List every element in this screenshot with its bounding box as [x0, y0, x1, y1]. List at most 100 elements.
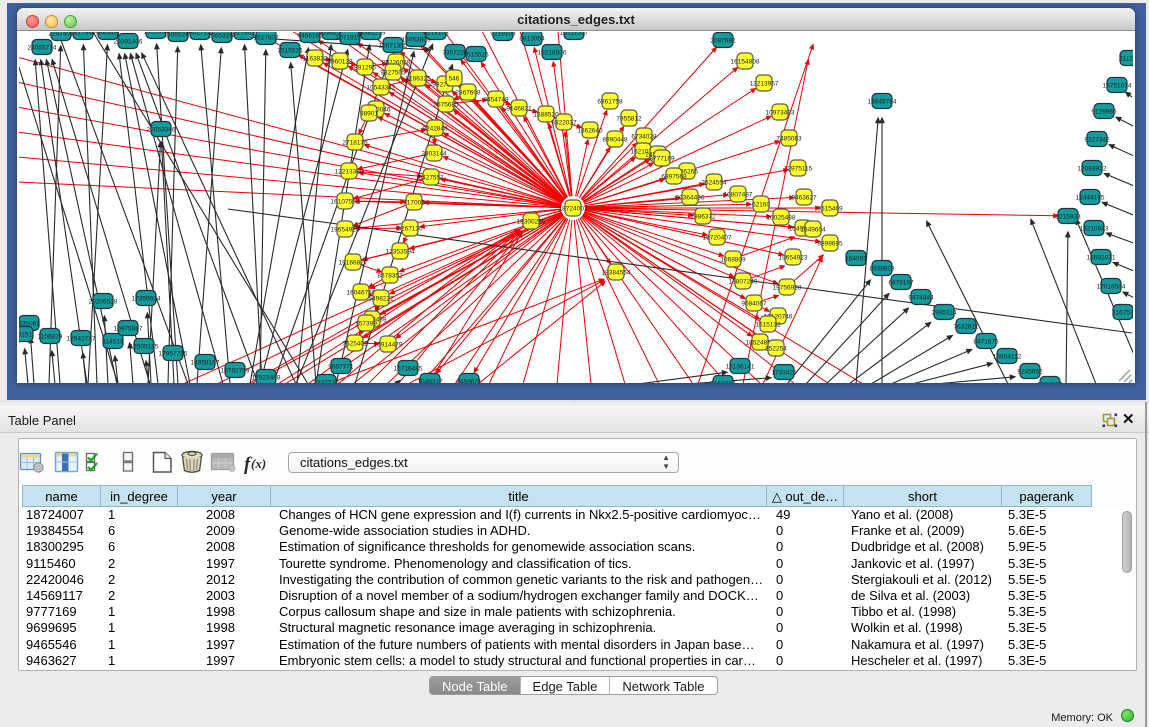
svg-text:252254: 252254 [765, 345, 787, 352]
svg-text:9474444: 9474444 [908, 294, 934, 301]
svg-text:16107552: 16107552 [331, 198, 360, 205]
svg-text:15751074: 15751074 [1103, 82, 1132, 89]
svg-text:12923468: 12923468 [252, 374, 281, 381]
svg-text:12353594: 12353594 [386, 248, 415, 255]
svg-text:1527602: 1527602 [253, 34, 279, 41]
svg-text:8813054: 8813054 [519, 35, 545, 42]
svg-text:9883497: 9883497 [95, 32, 121, 36]
svg-text:8990448: 8990448 [602, 136, 628, 143]
svg-text:6897568: 6897568 [661, 173, 687, 180]
svg-text:116753: 116753 [1112, 309, 1133, 316]
svg-text:8678352: 8678352 [377, 272, 403, 279]
svg-text:18807249: 18807249 [729, 278, 758, 285]
svg-text:1163822: 1163822 [303, 55, 328, 62]
svg-text:9152388: 9152388 [710, 380, 736, 383]
svg-text:8938923: 8938923 [869, 265, 895, 272]
svg-text:157399: 157399 [355, 320, 377, 327]
svg-text:17359924: 17359924 [132, 295, 161, 302]
svg-text:10543342: 10543342 [367, 84, 396, 91]
svg-text:7632621: 7632621 [953, 323, 979, 330]
svg-text:114519: 114519 [102, 338, 124, 345]
svg-text:8822037: 8822037 [551, 119, 577, 126]
svg-text:9242848: 9242848 [422, 125, 448, 132]
svg-text:16671355: 16671355 [379, 42, 408, 49]
svg-text:16782759: 16782759 [221, 367, 250, 374]
svg-text:18724007: 18724007 [559, 205, 588, 212]
svg-text:12975115: 12975115 [784, 165, 813, 172]
svg-text:9224509: 9224509 [1037, 381, 1063, 383]
svg-text:9245652: 9245652 [1017, 368, 1043, 375]
svg-text:8267130: 8267130 [397, 225, 423, 232]
svg-text:3624554: 3624554 [701, 179, 727, 186]
svg-text:10025488: 10025488 [767, 214, 796, 221]
svg-text:17957255: 17957255 [159, 350, 188, 357]
svg-text:1588520: 1588520 [533, 111, 559, 118]
svg-text:19654923: 19654923 [779, 254, 808, 261]
svg-text:9463627: 9463627 [791, 194, 817, 201]
svg-text:15720407: 15720407 [703, 234, 732, 241]
svg-text:12505185: 12505185 [130, 343, 159, 350]
svg-text:7625402: 7625402 [342, 340, 368, 347]
svg-text:1048312: 1048312 [417, 378, 443, 383]
svg-text:7515526: 7515526 [463, 51, 489, 58]
svg-text:18381259: 18381259 [357, 32, 386, 36]
svg-text:10973493: 10973493 [766, 109, 795, 116]
svg-text:2803144: 2803144 [421, 150, 447, 157]
svg-text:20053346: 20053346 [147, 126, 176, 133]
svg-text:9129966: 9129966 [1091, 108, 1117, 115]
svg-text:1156829: 1156829 [38, 333, 63, 340]
svg-text:1615132: 1615132 [755, 321, 781, 328]
svg-text:18300295: 18300295 [517, 218, 546, 225]
svg-text:9227342: 9227342 [1084, 136, 1110, 143]
svg-text:3675685: 3675685 [433, 101, 459, 108]
svg-text:1733426: 1733426 [771, 369, 797, 376]
svg-text:10975887: 10975887 [114, 325, 143, 332]
svg-text:10807487: 10807487 [724, 191, 753, 198]
svg-text:1068809: 1068809 [720, 256, 746, 263]
svg-text:8471676: 8471676 [973, 338, 999, 345]
svg-text:12213967: 12213967 [750, 80, 779, 87]
svg-text:19654925: 19654925 [331, 226, 360, 233]
svg-text:2087682: 2087682 [710, 37, 736, 44]
svg-text:16154808: 16154808 [731, 58, 760, 65]
svg-text:19166827: 19166827 [339, 259, 368, 266]
svg-text:19384554: 19384554 [602, 269, 631, 276]
svg-text:9084067: 9084067 [741, 300, 767, 307]
svg-text:6879197: 6879197 [888, 279, 914, 286]
svg-text:15716485: 15716485 [394, 365, 423, 372]
svg-text:9777169: 9777169 [649, 155, 675, 162]
svg-text:6734028: 6734028 [631, 133, 657, 140]
svg-text:8817949: 8817949 [70, 32, 96, 36]
svg-text:891295: 891295 [354, 64, 376, 71]
svg-text:9515469: 9515469 [817, 205, 843, 212]
svg-text:5498222: 5498222 [368, 295, 394, 302]
svg-text:(x): (x) [251, 456, 266, 471]
svg-text:12444195: 12444195 [1076, 194, 1105, 201]
svg-text:111263: 111263 [1120, 55, 1133, 62]
svg-text:1362640: 1362640 [577, 127, 603, 134]
svg-text:7986372: 7986372 [690, 213, 716, 220]
svg-text:9219103: 9219103 [423, 32, 449, 36]
svg-text:10654112: 10654112 [993, 353, 1022, 360]
svg-text:8427552: 8427552 [418, 174, 444, 181]
svg-text:6961758: 6961758 [597, 98, 623, 105]
svg-text:15136141: 15136141 [726, 363, 755, 370]
svg-text:20391406: 20391406 [114, 38, 143, 45]
svg-text:546: 546 [449, 75, 460, 82]
svg-text:7485063: 7485063 [776, 135, 802, 142]
svg-text:9146821: 9146821 [506, 105, 532, 112]
svg-text:12213389: 12213389 [335, 168, 364, 175]
svg-text:99151: 99151 [19, 331, 32, 338]
svg-text:98901: 98901 [360, 110, 378, 117]
svg-text:2935114: 2935114 [932, 309, 957, 316]
svg-text:2718176: 2718176 [342, 139, 368, 146]
svg-text:3215933: 3215933 [1055, 213, 1081, 220]
svg-text:9337710: 9337710 [313, 379, 339, 383]
svg-text:20206528: 20206528 [89, 298, 118, 305]
svg-text:9899695: 9899695 [817, 240, 843, 247]
svg-text:8186325: 8186325 [405, 75, 431, 82]
svg-text:24055714: 24055714 [28, 44, 57, 51]
svg-text:2867608: 2867608 [455, 89, 481, 96]
svg-text:16211557: 16211557 [560, 32, 589, 36]
svg-text:16648784: 16648784 [868, 98, 897, 105]
